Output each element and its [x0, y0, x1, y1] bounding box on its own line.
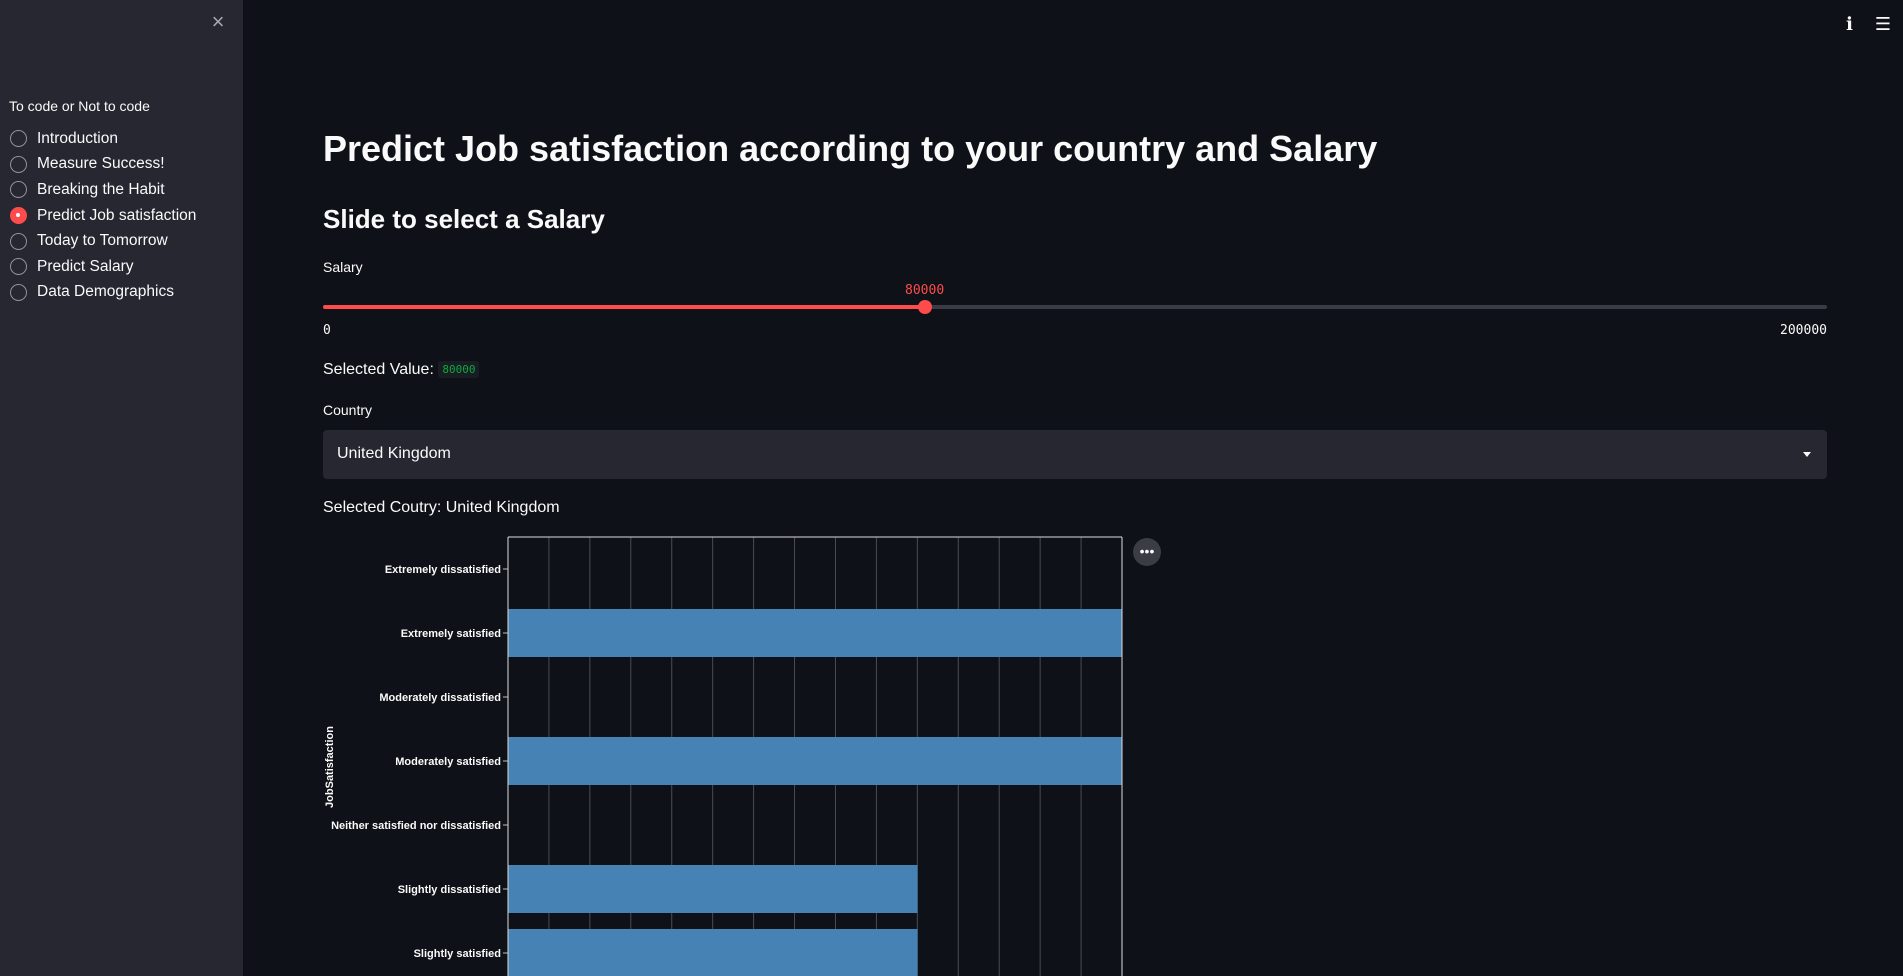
country-select[interactable]: United Kingdom: [323, 430, 1827, 479]
y-tick-label: Moderately satisfied: [395, 756, 501, 768]
radio-option-predict-salary[interactable]: Predict Salary: [10, 254, 196, 280]
slider-max-label: 200000: [1780, 323, 1827, 338]
slider-thumb[interactable]: [917, 300, 932, 314]
bar: [508, 929, 918, 976]
selected-country-text: Selected Coutry: United Kingdom: [323, 499, 560, 516]
slider-fill: [323, 305, 925, 309]
section-subtitle: Slide to select a Salary: [323, 204, 605, 234]
radio-option-today-to-tomorrow[interactable]: Today to Tomorrow: [10, 228, 196, 254]
bar: [508, 609, 1122, 657]
page-title: Predict Job satisfaction according to yo…: [323, 128, 1378, 169]
chevron-down-icon: [1803, 452, 1811, 457]
close-sidebar-icon[interactable]: ×: [208, 10, 228, 34]
y-tick-label: Extremely satisfied: [401, 628, 501, 640]
radio-option-data-demographics[interactable]: Data Demographics: [10, 280, 196, 306]
selected-value-label: Selected Value:: [323, 361, 434, 378]
radio-button[interactable]: [10, 283, 27, 301]
y-tick-label: Extremely dissatisfied: [385, 564, 501, 576]
radio-option-label: Predict Job satisfaction: [37, 206, 197, 224]
radio-button[interactable]: [10, 130, 27, 148]
radio-button[interactable]: [10, 232, 27, 250]
radio-option-label: Measure Success!: [37, 155, 165, 173]
radio-button[interactable]: [10, 207, 27, 225]
country-select-value: United Kingdom: [337, 445, 451, 462]
radio-option-label: Breaking the Habit: [37, 180, 165, 198]
bar: [508, 737, 1122, 785]
page-radio-group: Introduction Measure Success! Breaking the…: [10, 126, 196, 305]
y-tick-label: Slightly satisfied: [414, 948, 501, 960]
radio-option-measure-success[interactable]: Measure Success!: [10, 152, 196, 178]
country-select-label: Country: [323, 402, 373, 418]
radio-option-introduction[interactable]: Introduction: [10, 126, 196, 152]
salary-slider[interactable]: [323, 300, 1827, 314]
slider-min-label: 0: [323, 323, 331, 338]
job-satisfaction-bar-chart: Extremely dissatisfied Extremely satisfie…: [324, 536, 1123, 976]
sidebar: × To code or Not to code Introduction Mea…: [0, 0, 243, 976]
radio-option-label: Today to Tomorrow: [37, 232, 168, 250]
y-tick-label: Neither satisfied nor dissatisfied: [331, 820, 501, 832]
radio-option-label: Introduction: [37, 129, 118, 147]
radio-option-label: Predict Salary: [37, 257, 134, 275]
bar: [508, 865, 918, 913]
more-horizontal-icon[interactable]: •••: [1133, 538, 1161, 566]
info-icon[interactable]: ℹ: [1846, 14, 1853, 35]
top-toolbar: ℹ ☰: [1846, 14, 1891, 35]
radio-button[interactable]: [10, 258, 27, 276]
radio-option-predict-job-satisfaction[interactable]: Predict Job satisfaction: [10, 203, 196, 229]
y-tick-label: Moderately dissatisfied: [379, 692, 501, 704]
radio-option-label: Data Demographics: [37, 283, 174, 301]
slider-current-value: 80000: [905, 283, 945, 298]
radio-group-title: To code or Not to code: [9, 98, 150, 114]
radio-button[interactable]: [10, 155, 27, 173]
y-tick-label: Slightly dissatisfied: [398, 884, 501, 896]
radio-option-breaking-the-habit[interactable]: Breaking the Habit: [10, 177, 196, 203]
y-axis-title: JobSatisfaction: [324, 726, 336, 808]
selected-value-code: 80000: [438, 361, 480, 379]
radio-button[interactable]: [10, 181, 27, 199]
salary-slider-label: Salary: [323, 259, 363, 275]
selected-value-text: Selected Value: 80000: [323, 361, 480, 379]
hamburger-menu-icon[interactable]: ☰: [1875, 14, 1891, 35]
